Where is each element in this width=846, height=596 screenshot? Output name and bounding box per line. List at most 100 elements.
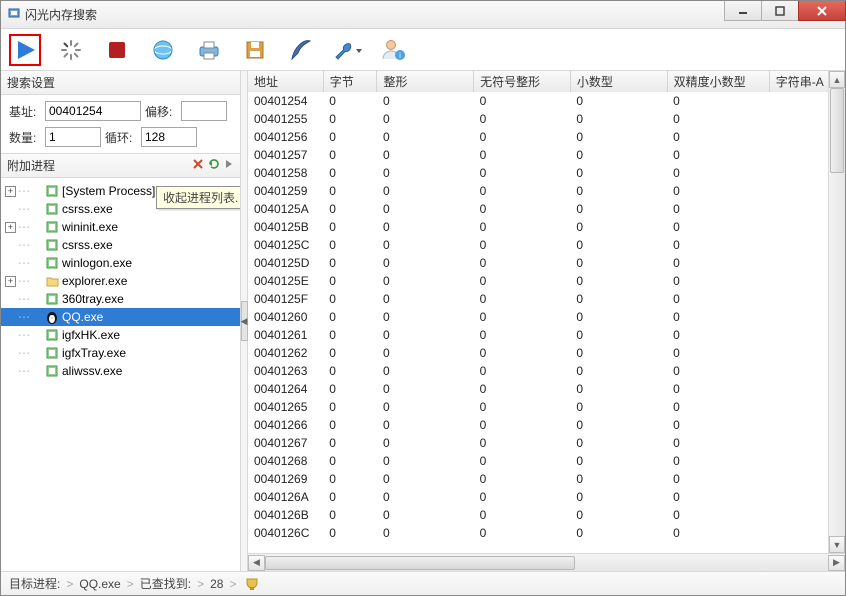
collapse-process-icon[interactable] — [224, 158, 234, 173]
cell-d: 0 — [667, 110, 769, 128]
scroll-thumb-vertical[interactable] — [830, 88, 844, 173]
scroll-thumb-horizontal[interactable] — [265, 556, 575, 570]
cell-u: 0 — [474, 218, 571, 236]
globe-button[interactable] — [147, 34, 179, 66]
cell-f: 0 — [570, 308, 667, 326]
user-help-button[interactable]: i — [377, 34, 409, 66]
tree-toggle-placeholder — [5, 330, 16, 341]
cell-b: 0 — [323, 452, 377, 470]
cell-i: 0 — [377, 506, 474, 524]
process-tree[interactable]: 收起进程列表. +⋯[System Process]⋯csrss.exe+⋯wi… — [1, 178, 240, 571]
table-row[interactable]: 0040125C00000 — [248, 236, 845, 254]
cell-u: 0 — [474, 416, 571, 434]
process-label: wininit.exe — [62, 220, 118, 234]
close-button[interactable] — [798, 1, 846, 21]
play-button[interactable] — [9, 34, 41, 66]
table-row[interactable]: 0040125F00000 — [248, 290, 845, 308]
horizontal-scrollbar[interactable]: ◀ ▶ — [248, 553, 845, 571]
table-row[interactable]: 0040125A00000 — [248, 200, 845, 218]
cell-f: 0 — [570, 290, 667, 308]
cell-d: 0 — [667, 506, 769, 524]
splitter-handle[interactable]: ◀ — [241, 71, 248, 571]
offset-input[interactable] — [181, 101, 227, 121]
remove-process-icon[interactable] — [192, 158, 204, 173]
table-row[interactable]: 0040125900000 — [248, 182, 845, 200]
column-header[interactable]: 地址 — [248, 71, 323, 92]
stop-button[interactable] — [101, 34, 133, 66]
process-row[interactable]: ⋯360tray.exe — [1, 290, 240, 308]
cell-addr: 0040125A — [248, 200, 323, 218]
process-row[interactable]: +⋯explorer.exe — [1, 272, 240, 290]
table-row[interactable]: 0040126B00000 — [248, 506, 845, 524]
cell-u: 0 — [474, 146, 571, 164]
table-row[interactable]: 0040126A00000 — [248, 488, 845, 506]
table-row[interactable]: 0040126900000 — [248, 470, 845, 488]
column-header[interactable]: 字节 — [323, 71, 377, 92]
minimize-button[interactable] — [724, 1, 762, 21]
process-row[interactable]: ⋯igfxTray.exe — [1, 344, 240, 362]
table-row[interactable]: 0040126300000 — [248, 362, 845, 380]
scroll-left-button[interactable]: ◀ — [248, 555, 265, 571]
cell-u: 0 — [474, 452, 571, 470]
process-row[interactable]: ⋯aliwssv.exe — [1, 362, 240, 380]
scroll-up-button[interactable]: ▲ — [829, 71, 845, 88]
column-header[interactable]: 双精度小数型 — [667, 71, 769, 92]
square-icon — [45, 364, 59, 378]
table-row[interactable]: 0040126500000 — [248, 398, 845, 416]
spinner-icon[interactable] — [55, 34, 87, 66]
table-row[interactable]: 0040126200000 — [248, 344, 845, 362]
column-header[interactable]: 整形 — [377, 71, 474, 92]
cell-d: 0 — [667, 290, 769, 308]
process-row[interactable]: ⋯QQ.exe — [1, 308, 240, 326]
table-row[interactable]: 0040126600000 — [248, 416, 845, 434]
table-row[interactable]: 0040126C00000 — [248, 524, 845, 542]
base-input[interactable] — [45, 101, 141, 121]
table-row[interactable]: 0040126700000 — [248, 434, 845, 452]
cell-f: 0 — [570, 200, 667, 218]
table-row[interactable]: 0040125600000 — [248, 128, 845, 146]
table-row[interactable]: 0040125800000 — [248, 164, 845, 182]
maximize-button[interactable] — [761, 1, 799, 21]
process-row[interactable]: ⋯igfxHK.exe — [1, 326, 240, 344]
process-row[interactable]: +⋯wininit.exe — [1, 218, 240, 236]
table-row[interactable]: 0040125700000 — [248, 146, 845, 164]
vertical-scrollbar[interactable]: ▲ ▼ — [828, 71, 845, 553]
loop-input[interactable] — [141, 127, 197, 147]
tree-expand-toggle[interactable]: + — [5, 276, 16, 287]
table-row[interactable]: 0040125D00000 — [248, 254, 845, 272]
table-row[interactable]: 0040125500000 — [248, 110, 845, 128]
process-label: [System Process] — [62, 184, 155, 198]
qty-input[interactable] — [45, 127, 101, 147]
cell-f: 0 — [570, 380, 667, 398]
cell-f: 0 — [570, 398, 667, 416]
process-row[interactable]: ⋯csrss.exe — [1, 236, 240, 254]
printer-button[interactable] — [193, 34, 225, 66]
scroll-right-button[interactable]: ▶ — [828, 555, 845, 571]
save-button[interactable] — [239, 34, 271, 66]
tree-expand-toggle[interactable]: + — [5, 186, 16, 197]
table-row[interactable]: 0040125400000 — [248, 92, 845, 110]
column-header[interactable]: 小数型 — [570, 71, 667, 92]
feather-button[interactable] — [285, 34, 317, 66]
scroll-down-button[interactable]: ▼ — [829, 536, 845, 553]
column-header[interactable]: 无符号整形 — [474, 71, 571, 92]
loop-label: 循环: — [105, 129, 137, 146]
cell-d: 0 — [667, 308, 769, 326]
cell-b: 0 — [323, 398, 377, 416]
table-row[interactable]: 0040126000000 — [248, 308, 845, 326]
cell-addr: 00401256 — [248, 128, 323, 146]
square-icon — [45, 328, 59, 342]
refresh-process-icon[interactable] — [208, 158, 220, 173]
tree-expand-toggle[interactable]: + — [5, 222, 16, 233]
table-row[interactable]: 0040125B00000 — [248, 218, 845, 236]
table-row[interactable]: 0040125E00000 — [248, 272, 845, 290]
cell-d: 0 — [667, 488, 769, 506]
results-grid[interactable]: 地址字节整形无符号整形小数型双精度小数型字符串-A 00401254000000… — [248, 71, 845, 542]
table-row[interactable]: 0040126100000 — [248, 326, 845, 344]
table-row[interactable]: 0040126800000 — [248, 452, 845, 470]
wrench-dropdown-button[interactable] — [331, 34, 363, 66]
table-row[interactable]: 0040126400000 — [248, 380, 845, 398]
app-icon — [7, 6, 21, 23]
splitter-collapse-arrow[interactable]: ◀ — [241, 301, 248, 341]
process-row[interactable]: ⋯winlogon.exe — [1, 254, 240, 272]
